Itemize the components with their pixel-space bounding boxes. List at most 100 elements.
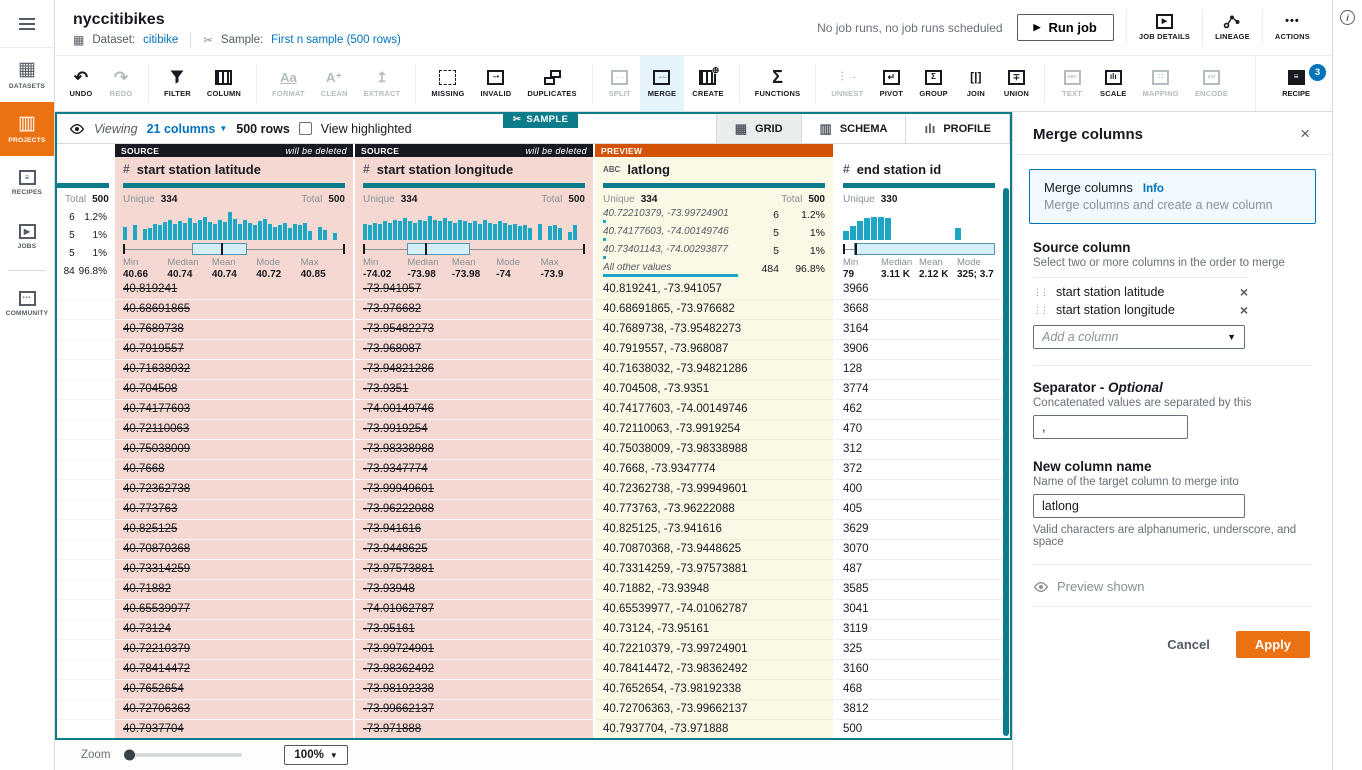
cell-start-station-longitude[interactable]: -73.9347774	[355, 460, 593, 480]
cell-start-station-longitude[interactable]: -73.9351	[355, 380, 593, 400]
remove-column-icon[interactable]: ×	[1240, 304, 1248, 316]
cell-start-station-longitude[interactable]: -73.941616	[355, 520, 593, 540]
cell-end-station-id[interactable]: 487	[835, 560, 1003, 580]
cell-latlong-preview[interactable]: 40.75038009, -73.98338988	[595, 440, 833, 460]
cell-latlong-preview[interactable]: 40.72110063, -73.9919254	[595, 420, 833, 440]
cell-start-station-latitude[interactable]: 40.73314259	[115, 560, 353, 580]
lineage-button[interactable]: LINEAGE	[1203, 10, 1263, 45]
cell-start-station-longitude[interactable]: -73.971888	[355, 720, 593, 738]
toolbar-union-button[interactable]: ∓UNION	[996, 56, 1037, 111]
toolbar-functions-button[interactable]: ΣFUNCTIONS	[747, 56, 809, 111]
sidebar-item-jobs[interactable]: ▶ JOBS	[0, 210, 54, 264]
toolbar-filter-button[interactable]: FILTER	[156, 56, 199, 111]
cell-latlong-preview[interactable]: 40.7652654, -73.98192338	[595, 680, 833, 700]
vertical-scrollbar[interactable]	[1003, 144, 1010, 738]
tab-schema[interactable]: ▥SCHEMA	[801, 114, 906, 143]
cell-latlong-preview[interactable]: 40.819241, -73.941057	[595, 280, 833, 300]
value-distribution-row[interactable]: 40.74177603, -74.0014974651%	[595, 226, 833, 244]
cell-end-station-id[interactable]: 500	[835, 720, 1003, 738]
dataset-link[interactable]: citibike	[143, 34, 178, 46]
cell-start-station-longitude[interactable]: -73.9919254	[355, 420, 593, 440]
recipe-panel-button[interactable]: ≡ 3 RECIPE	[1282, 70, 1310, 98]
sidebar-item-community[interactable]: ••• COMMUNITY	[0, 277, 54, 331]
cell-end-station-id[interactable]: 462	[835, 400, 1003, 420]
cell-end-station-id[interactable]: 468	[835, 680, 1003, 700]
cell-start-station-latitude[interactable]: 40.819241	[115, 280, 353, 300]
cell-start-station-latitude[interactable]: 40.70870368	[115, 540, 353, 560]
view-highlighted-checkbox[interactable]	[299, 122, 312, 135]
cell-start-station-latitude[interactable]: 40.7652654	[115, 680, 353, 700]
cell-start-station-longitude[interactable]: -73.95482273	[355, 320, 593, 340]
cell-end-station-id[interactable]: 3585	[835, 580, 1003, 600]
hamburger-menu-button[interactable]	[0, 0, 54, 48]
cell-start-station-latitude[interactable]: 40.7668	[115, 460, 353, 480]
cell-end-station-id[interactable]: 3629	[835, 520, 1003, 540]
cell-start-station-longitude[interactable]: -73.94821286	[355, 360, 593, 380]
cell-start-station-longitude[interactable]: -73.99662137	[355, 700, 593, 720]
column-header-latlong[interactable]: PREVIEW ABClatlong Unique334Total500 40.…	[595, 144, 833, 280]
cell-start-station-longitude[interactable]: -73.98192338	[355, 680, 593, 700]
cell-start-station-longitude[interactable]: -73.98362492	[355, 660, 593, 680]
cell-latlong-preview[interactable]: 40.78414472, -73.98362492	[595, 660, 833, 680]
sidebar-item-datasets[interactable]: ▦ DATASETS	[0, 48, 54, 102]
cell-start-station-latitude[interactable]: 40.71882	[115, 580, 353, 600]
scrollbar-thumb[interactable]	[1003, 188, 1009, 736]
cell-start-station-latitude[interactable]: 40.72706363	[115, 700, 353, 720]
cell-end-station-id[interactable]: 3812	[835, 700, 1003, 720]
cell-end-station-id[interactable]: 3668	[835, 300, 1003, 320]
cell-end-station-id[interactable]: 128	[835, 360, 1003, 380]
cell-start-station-latitude[interactable]: 40.72362738	[115, 480, 353, 500]
cell-end-station-id[interactable]: 3160	[835, 660, 1003, 680]
cell-latlong-preview[interactable]: 40.7937704, -73.971888	[595, 720, 833, 738]
cell-start-station-longitude[interactable]: -73.95161	[355, 620, 593, 640]
new-column-name-input[interactable]	[1033, 494, 1245, 518]
cell-start-station-longitude[interactable]: -73.98338988	[355, 440, 593, 460]
apply-button[interactable]: Apply	[1236, 631, 1310, 658]
cell-latlong-preview[interactable]: 40.704508, -73.9351	[595, 380, 833, 400]
columns-dropdown[interactable]: 21 columns▼	[147, 122, 228, 136]
toolbar-create-button[interactable]: ⊕CREATE	[684, 56, 731, 111]
cell-end-station-id[interactable]: 3119	[835, 620, 1003, 640]
separator-input[interactable]	[1033, 415, 1188, 439]
toolbar-merge-button[interactable]: →←MERGE	[640, 56, 685, 111]
close-icon[interactable]: ×	[1296, 125, 1314, 143]
merge-columns-card[interactable]: Merge columnsInfo Merge columns and crea…	[1029, 169, 1316, 224]
toolbar-join-button[interactable]: [|]JOIN	[956, 56, 996, 111]
cell-start-station-latitude[interactable]: 40.773763	[115, 500, 353, 520]
cell-start-station-longitude[interactable]: -74.00149746	[355, 400, 593, 420]
column-header-start-station-longitude[interactable]: SOURCEwill be deleted #start station lon…	[355, 144, 593, 280]
cell-latlong-preview[interactable]: 40.72210379, -73.99724901	[595, 640, 833, 660]
cell-latlong-preview[interactable]: 40.73314259, -73.97573881	[595, 560, 833, 580]
cell-start-station-latitude[interactable]: 40.73124	[115, 620, 353, 640]
cell-end-station-id[interactable]: 405	[835, 500, 1003, 520]
cell-start-station-latitude[interactable]: 40.7919557	[115, 340, 353, 360]
toolbar-missing-button[interactable]: MISSING	[423, 56, 472, 111]
value-distribution-row[interactable]: All other values48496.8%	[595, 262, 833, 280]
toolbar-undo-button[interactable]: ↶UNDO	[61, 56, 101, 111]
column-header-start-station-latitude[interactable]: SOURCEwill be deleted #start station lat…	[115, 144, 353, 280]
toolbar-invalid-button[interactable]: –•INVALID	[473, 56, 520, 111]
run-job-button[interactable]: ▶ Run job	[1017, 14, 1114, 41]
cell-end-station-id[interactable]: 400	[835, 480, 1003, 500]
cell-latlong-preview[interactable]: 40.72362738, -73.99949601	[595, 480, 833, 500]
cell-start-station-longitude[interactable]: -73.968087	[355, 340, 593, 360]
cell-end-station-id[interactable]: 3906	[835, 340, 1003, 360]
cell-latlong-preview[interactable]: 40.7668, -73.9347774	[595, 460, 833, 480]
toolbar-pivot-button[interactable]: ↵PIVOT	[871, 56, 911, 111]
cell-start-station-longitude[interactable]: -73.976682	[355, 300, 593, 320]
cell-start-station-latitude[interactable]: 40.72210379	[115, 640, 353, 660]
cell-latlong-preview[interactable]: 40.74177603, -74.00149746	[595, 400, 833, 420]
cell-end-station-id[interactable]: 3966	[835, 280, 1003, 300]
cell-start-station-longitude[interactable]: -73.941057	[355, 280, 593, 300]
cell-start-station-latitude[interactable]: 40.704508	[115, 380, 353, 400]
cell-latlong-preview[interactable]: 40.7919557, -73.968087	[595, 340, 833, 360]
cell-start-station-latitude[interactable]: 40.825125	[115, 520, 353, 540]
drag-handle-icon[interactable]: ⋮⋮	[1033, 306, 1047, 315]
toolbar-group-button[interactable]: ΣGROUP	[911, 56, 956, 111]
cell-latlong-preview[interactable]: 40.773763, -73.96222088	[595, 500, 833, 520]
cell-start-station-longitude[interactable]: -73.9448625	[355, 540, 593, 560]
cell-start-station-latitude[interactable]: 40.72110063	[115, 420, 353, 440]
cell-start-station-latitude[interactable]: 40.7937704	[115, 720, 353, 738]
add-column-select[interactable]: Add a column ▼	[1033, 325, 1245, 349]
zoom-level-dropdown[interactable]: 100%▼	[284, 745, 347, 765]
